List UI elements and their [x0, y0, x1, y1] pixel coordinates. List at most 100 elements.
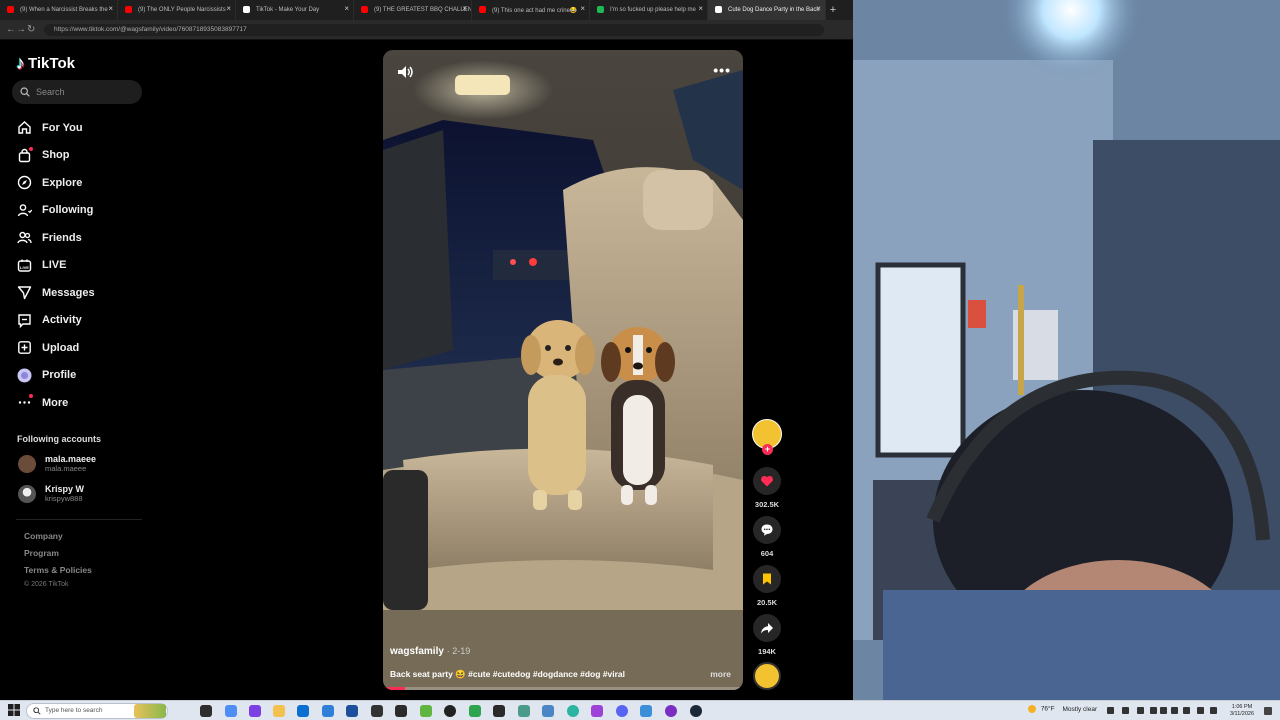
- sidebar-item-friends[interactable]: Friends: [16, 224, 146, 252]
- music-disc-icon[interactable]: [753, 662, 781, 690]
- tray-icon[interactable]: [1122, 707, 1129, 714]
- browser-tab[interactable]: (9) This one act had me crine😂 ×: [472, 0, 590, 20]
- url-field[interactable]: https://www.tiktok.com/@wagsfamily/video…: [44, 24, 824, 36]
- sidebar-item-upload[interactable]: Upload: [16, 334, 146, 362]
- taskbar-app-icon[interactable]: [640, 705, 652, 717]
- browser-tab[interactable]: Cute Dog Dance Party in the Back ×: [708, 0, 826, 20]
- taskbar-app-icon[interactable]: [249, 705, 261, 717]
- sidebar-item-following[interactable]: Following: [16, 197, 146, 225]
- search-highlight-icon[interactable]: [134, 704, 166, 718]
- network-icon[interactable]: [1183, 707, 1190, 714]
- sidebar-item-label: For You: [42, 121, 83, 134]
- search-input[interactable]: Search: [12, 80, 142, 104]
- taskbar-app-icon[interactable]: [322, 705, 334, 717]
- volume-icon[interactable]: [1197, 707, 1204, 714]
- sidebar-item-more[interactable]: More: [16, 389, 146, 417]
- sidebar-item-label: More: [42, 396, 69, 409]
- close-tab-icon[interactable]: ×: [108, 5, 113, 13]
- taskbar-app-icon[interactable]: [493, 705, 505, 717]
- comment-button[interactable]: [753, 516, 781, 544]
- taskbar-app-icon[interactable]: [371, 705, 383, 717]
- footer-link-program[interactable]: Program: [24, 548, 59, 558]
- new-tab-icon[interactable]: +: [826, 0, 840, 20]
- tray-icon[interactable]: [1160, 707, 1167, 714]
- taskbar-app-icon[interactable]: [420, 705, 432, 717]
- tiktok-logo[interactable]: ♪ TikTok: [16, 53, 75, 74]
- close-tab-icon[interactable]: ×: [226, 5, 231, 13]
- sidebar-item-shop[interactable]: Shop: [16, 142, 146, 170]
- following-account-item[interactable]: mala.maeee mala.maeee: [18, 454, 96, 474]
- progress-fill: [383, 687, 405, 690]
- save-button[interactable]: [753, 565, 781, 593]
- file-explorer-icon[interactable]: [273, 705, 285, 717]
- weather-temp: 76°F: [1040, 705, 1055, 713]
- taskbar-app-icon[interactable]: [297, 705, 309, 717]
- tab-title: TikTok - Make Your Day: [256, 7, 320, 13]
- taskbar-clock[interactable]: 1:06 PM 3/11/2026: [1222, 704, 1262, 718]
- sidebar-item-activity[interactable]: Activity: [16, 307, 146, 335]
- reload-icon[interactable]: ↻: [27, 24, 35, 36]
- caption-more-button[interactable]: more: [710, 669, 731, 679]
- sidebar-item-profile[interactable]: Profile: [16, 362, 146, 390]
- video-player[interactable]: ••• wagsfamily · 2-19 Back seat party 😆 …: [383, 50, 743, 690]
- weather-icon: [1028, 705, 1036, 713]
- account-handle: mala.maeee: [45, 464, 87, 473]
- close-tab-icon[interactable]: ×: [816, 5, 821, 13]
- sidebar-item-label: Friends: [42, 231, 82, 244]
- close-tab-icon[interactable]: ×: [462, 5, 467, 13]
- follow-plus-icon[interactable]: +: [762, 444, 773, 455]
- taskbar-app-icon[interactable]: [346, 705, 358, 717]
- microphone-icon[interactable]: [1137, 707, 1144, 714]
- taskbar-app-icon[interactable]: [542, 705, 554, 717]
- account-handle: krispyw888: [45, 494, 83, 503]
- browser-tab[interactable]: I'm so fucked up please help me ×: [590, 0, 708, 20]
- browser-tab[interactable]: (9) The ONLY People Narcissists ×: [118, 0, 236, 20]
- like-button[interactable]: [753, 467, 781, 495]
- windows-start-icon[interactable]: [8, 704, 20, 716]
- author-username[interactable]: wagsfamily: [390, 646, 444, 657]
- close-tab-icon[interactable]: ×: [580, 5, 585, 13]
- taskbar-app-icon[interactable]: [518, 705, 530, 717]
- close-tab-icon[interactable]: ×: [698, 5, 703, 13]
- close-tab-icon[interactable]: ×: [344, 5, 349, 13]
- tray-icon[interactable]: [1210, 707, 1217, 714]
- footer-link-terms[interactable]: Terms & Policies: [24, 565, 92, 575]
- forward-icon[interactable]: →: [16, 24, 26, 36]
- discord-icon[interactable]: [616, 705, 628, 717]
- taskbar-app-icon[interactable]: [665, 705, 677, 717]
- taskbar-app-icon[interactable]: [567, 705, 579, 717]
- video-author[interactable]: wagsfamily · 2-19: [390, 646, 470, 657]
- browser-tab[interactable]: (9) THE GREATEST BBQ CHALLENGE ×: [354, 0, 472, 20]
- sidebar-item-messages[interactable]: Messages: [16, 279, 146, 307]
- video-frame: [383, 50, 743, 690]
- tray-icon[interactable]: [1171, 707, 1178, 714]
- taskbar-app-icon[interactable]: [200, 705, 212, 717]
- tab-favicon-icon: [243, 6, 250, 13]
- account-name: mala.maeee: [45, 454, 97, 464]
- sidebar-item-for-you[interactable]: For You: [16, 114, 146, 142]
- taskbar-app-icon[interactable]: [395, 705, 407, 717]
- taskbar-app-icon[interactable]: [469, 705, 481, 717]
- sidebar-item-explore[interactable]: Explore: [16, 169, 146, 197]
- sidebar-item-live[interactable]: LIVE LIVE: [16, 252, 146, 280]
- tray-icon[interactable]: [1107, 707, 1114, 714]
- volume-icon[interactable]: [395, 62, 415, 82]
- taskbar-app-icon[interactable]: [225, 705, 237, 717]
- weather-widget[interactable]: 76°F Mostly clear: [1028, 705, 1097, 713]
- share-button[interactable]: [753, 614, 781, 642]
- taskbar-app-icon[interactable]: [444, 705, 456, 717]
- steam-icon[interactable]: [690, 705, 702, 717]
- taskbar-app-icon[interactable]: [591, 705, 603, 717]
- back-icon[interactable]: ←: [6, 24, 16, 36]
- tray-icon[interactable]: [1150, 707, 1157, 714]
- browser-tab[interactable]: TikTok - Make Your Day ×: [236, 0, 354, 20]
- footer-link-company[interactable]: Company: [24, 531, 63, 541]
- more-options-icon[interactable]: •••: [713, 62, 731, 78]
- taskbar-search-placeholder: Type here to search: [45, 707, 103, 714]
- notification-icon[interactable]: [1264, 707, 1272, 715]
- address-bar-row: ← → ↻ https://www.tiktok.com/@wagsfamily…: [0, 20, 853, 40]
- following-account-item[interactable]: Krispy W krispyw888: [18, 484, 84, 504]
- video-progress-bar[interactable]: [383, 687, 743, 690]
- tab-favicon-icon: [479, 6, 486, 13]
- browser-tab[interactable]: (9) When a Narcissist Breaks the ×: [0, 0, 118, 20]
